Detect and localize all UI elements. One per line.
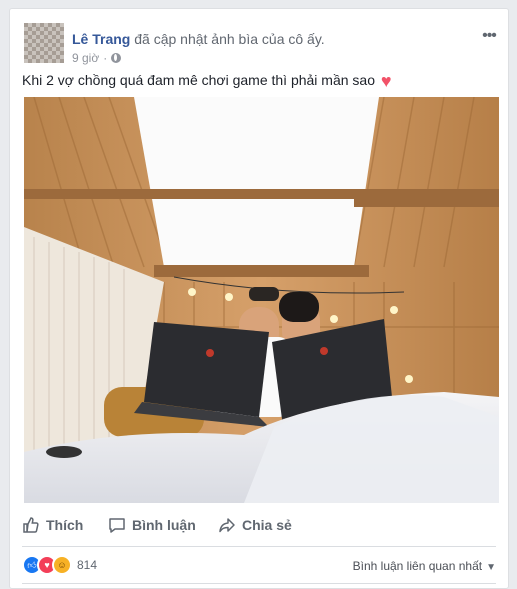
haha-reaction-icon: ☺ [52, 555, 72, 575]
share-icon [219, 518, 235, 533]
like-button[interactable]: Thích [22, 511, 83, 539]
caption-text: Khi 2 vợ chồng quá đam mê chơi game thì … [22, 72, 376, 88]
post-title: Lê Trang đã cập nhật ảnh bìa của cô ấy. [72, 31, 325, 47]
avatar[interactable] [24, 23, 64, 63]
photo-illustration [24, 97, 499, 503]
comment-icon [109, 518, 125, 533]
post-actions: Thích Bình luận Chia sẻ [22, 511, 496, 539]
divider [22, 546, 496, 547]
post-caption: Khi 2 vợ chồng quá đam mê chơi game thì … [22, 71, 392, 92]
thumbs-up-icon [23, 517, 39, 533]
comment-sort-dropdown[interactable]: Bình luận liên quan nhất ▼ [353, 559, 496, 573]
comment-sort-label: Bình luận liên quan nhất [352, 559, 483, 573]
action-text: đã cập nhật ảnh bìa của cô ấy. [134, 31, 325, 47]
timestamp[interactable]: 9 giờ [72, 51, 99, 65]
post-meta: 9 giờ · [72, 51, 122, 65]
author-link[interactable]: Lê Trang [72, 31, 130, 47]
divider [22, 583, 496, 584]
ellipsis-icon[interactable]: ••• [480, 28, 498, 44]
comment-label: Bình luận [132, 517, 196, 533]
post-card: Lê Trang đã cập nhật ảnh bìa của cô ấy. … [9, 8, 509, 589]
post-photo[interactable] [24, 97, 499, 503]
share-button[interactable]: Chia sẻ [218, 511, 292, 539]
comment-button[interactable]: Bình luận [108, 511, 196, 539]
globe-icon[interactable] [111, 53, 122, 63]
reaction-count: 814 [77, 558, 98, 572]
reaction-summary[interactable]: 👍︎ ♥ ☺ 814 [22, 555, 97, 575]
share-label: Chia sẻ [242, 517, 292, 533]
like-label: Thích [46, 517, 84, 533]
post-header: Lê Trang đã cập nhật ảnh bìa của cô ấy. … [20, 17, 498, 65]
caret-down-icon: ▼ [486, 562, 496, 573]
heart-emoji-icon: ♥ [380, 71, 392, 91]
